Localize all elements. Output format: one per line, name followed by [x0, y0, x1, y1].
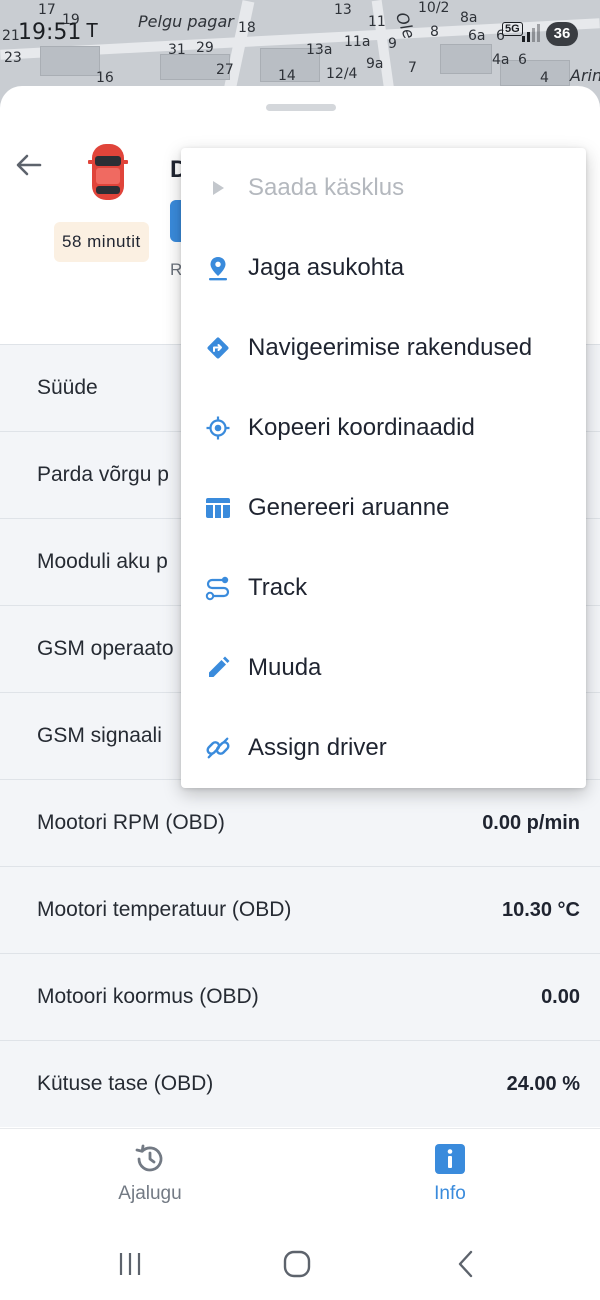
- link-icon: [205, 735, 231, 761]
- menu-item-track[interactable]: Track: [181, 548, 586, 628]
- tesla-app-icon: T: [86, 20, 99, 42]
- tab-info-label: Info: [434, 1183, 466, 1204]
- menu-item-share-location[interactable]: Jaga asukohta: [181, 228, 586, 308]
- battery-level-badge: 36: [546, 22, 578, 46]
- time-chip: 58 minutit: [54, 222, 149, 262]
- info-row-label: GSM operaato: [37, 637, 174, 660]
- menu-item-label: Track: [248, 574, 308, 601]
- play-icon: [205, 175, 231, 201]
- route-icon: [205, 575, 231, 601]
- table-icon: [205, 495, 231, 521]
- bottom-navigation: Ajalugu Info: [0, 1128, 600, 1222]
- tab-info[interactable]: Info: [380, 1141, 520, 1205]
- sheet-drag-handle[interactable]: [266, 104, 336, 111]
- history-icon: [135, 1144, 163, 1172]
- map-street-label: Arin: [570, 66, 600, 85]
- info-row-label: GSM signaali: [37, 724, 162, 747]
- info-row-label: Mootori RPM (OBD): [37, 811, 225, 834]
- gps-crosshair-icon: [205, 415, 231, 441]
- map-house-number: 4: [540, 70, 549, 86]
- pencil-icon: [205, 655, 231, 681]
- actions-menu: Saada käsklus Jaga asukohta Navigeerimis…: [181, 148, 586, 788]
- chevron-left-icon: [458, 1250, 473, 1278]
- status-bar: 19:51 T 5G 36: [0, 0, 600, 64]
- menu-item-label: Jaga asukohta: [248, 254, 405, 281]
- map-house-number: 16: [96, 70, 114, 86]
- menu-item-label: Kopeeri koordinaadid: [248, 414, 475, 441]
- signal-strength-icon: [522, 24, 540, 42]
- info-row: Motoori koormus (OBD) 0.00: [0, 953, 600, 1040]
- menu-item-copy-coordinates[interactable]: Kopeeri koordinaadid: [181, 388, 586, 468]
- tab-history[interactable]: Ajalugu: [80, 1141, 220, 1205]
- info-row: Mootori temperatuur (OBD) 10.30 °C: [0, 866, 600, 953]
- info-row: Mootori RPM (OBD) 0.00 p/min: [0, 779, 600, 866]
- menu-item-generate-report[interactable]: Genereeri aruanne: [181, 468, 586, 548]
- info-row-label: Parda võrgu p: [37, 463, 169, 486]
- car-icon: [88, 144, 128, 200]
- recent-apps-icon: [119, 1253, 141, 1275]
- menu-item-label: Genereeri aruanne: [248, 494, 450, 521]
- menu-item-label: Navigeerimise rakendused: [248, 334, 533, 361]
- info-row-label: Motoori koormus (OBD): [37, 985, 259, 1008]
- home-icon: [283, 1250, 311, 1278]
- menu-item-label: Assign driver: [248, 734, 387, 761]
- map-house-number: 14: [278, 68, 296, 84]
- menu-item-navigation-apps[interactable]: Navigeerimise rakendused: [181, 308, 586, 388]
- menu-item-label: Muuda: [248, 654, 322, 681]
- info-row-label: Kütuse tase (OBD): [37, 1072, 214, 1095]
- system-back-button[interactable]: [446, 1244, 486, 1284]
- menu-item-label: Saada käsklus: [248, 174, 405, 201]
- menu-item-assign-driver[interactable]: Assign driver: [181, 708, 586, 788]
- info-row-value: 0.00: [541, 985, 580, 1008]
- status-time: 19:51: [18, 20, 82, 45]
- info-row-label: Süüde: [37, 376, 98, 399]
- recent-apps-button[interactable]: [110, 1244, 150, 1284]
- info-row-value: 0.00 p/min: [482, 811, 580, 834]
- system-navigation-bar: [0, 1222, 600, 1300]
- location-pin-icon: [205, 255, 231, 281]
- tab-history-label: Ajalugu: [118, 1183, 182, 1204]
- home-button[interactable]: [277, 1244, 317, 1284]
- back-button[interactable]: [8, 144, 50, 186]
- info-row-label: Mootori temperatuur (OBD): [37, 898, 292, 921]
- info-row: Kütuse tase (OBD) 24.00 %: [0, 1040, 600, 1127]
- arrow-left-icon: [16, 154, 42, 176]
- info-row-label: Mooduli aku p: [37, 550, 168, 573]
- directions-icon: [205, 335, 231, 361]
- info-row-value: 10.30 °C: [501, 898, 580, 921]
- network-type-badge: 5G: [502, 22, 523, 36]
- info-row-value: 24.00 %: [506, 1072, 580, 1095]
- menu-item-send-command[interactable]: Saada käsklus: [181, 148, 586, 228]
- map-house-number: 27: [216, 62, 234, 78]
- menu-item-edit[interactable]: Muuda: [181, 628, 586, 708]
- map-house-number: 12/4: [326, 66, 358, 82]
- info-icon: [435, 1144, 465, 1174]
